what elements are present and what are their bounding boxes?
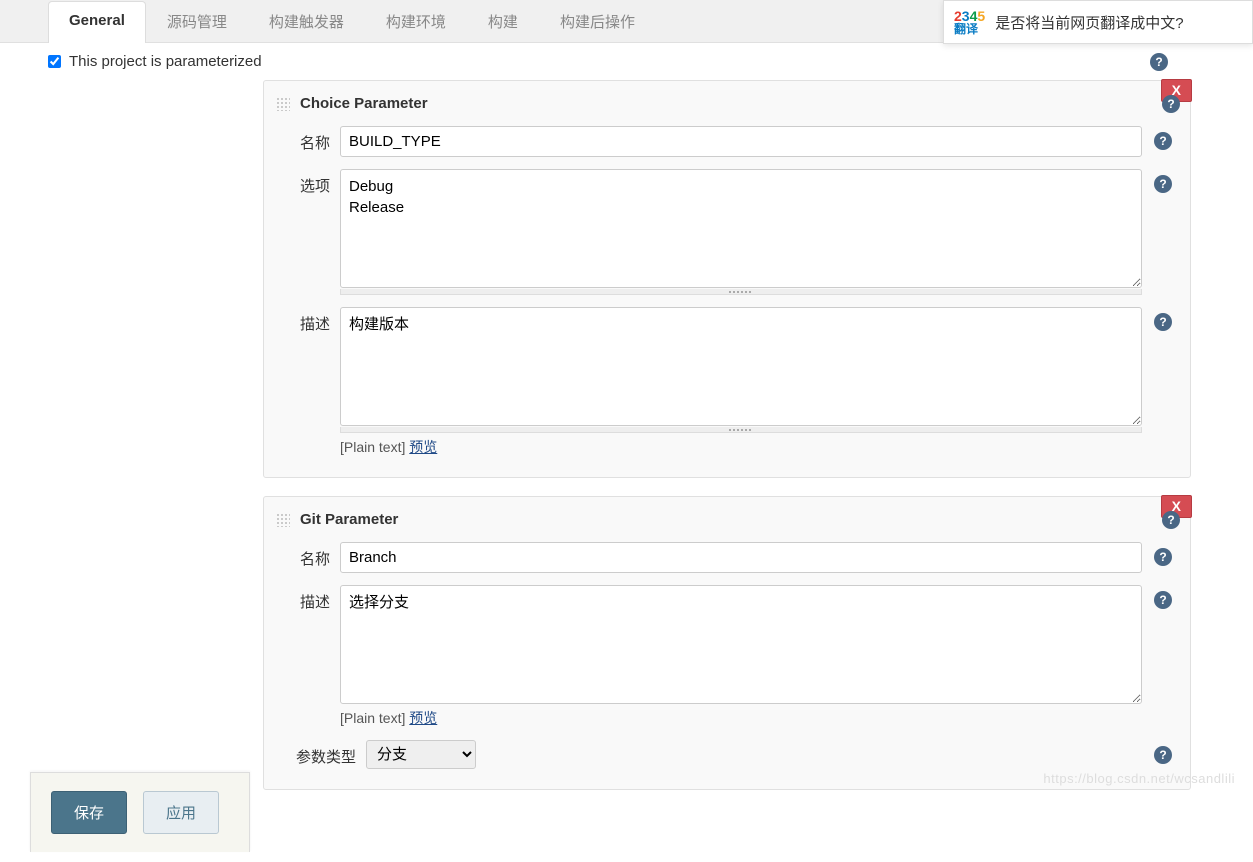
- parameterized-label: This project is parameterized: [69, 53, 262, 70]
- apply-button[interactable]: 应用: [143, 791, 219, 834]
- tab-triggers[interactable]: 构建触发器: [248, 0, 365, 42]
- content-area: This project is parameterized X Choice P…: [0, 43, 1210, 790]
- name-label: 名称: [294, 126, 330, 153]
- choice-parameter-block: X Choice Parameter 名称 选项: [263, 80, 1191, 478]
- tab-env[interactable]: 构建环境: [365, 0, 467, 42]
- help-icon[interactable]: [1162, 95, 1180, 113]
- parameterized-checkbox[interactable]: [48, 55, 61, 68]
- logo-digit: 2: [954, 9, 962, 23]
- options-textarea[interactable]: [340, 169, 1142, 288]
- help-icon[interactable]: [1154, 548, 1172, 566]
- desc-label: 描述: [294, 307, 330, 334]
- resize-handle[interactable]: [340, 289, 1142, 295]
- help-icon[interactable]: [1150, 53, 1168, 71]
- desc-textarea[interactable]: [340, 307, 1142, 426]
- drag-handle-icon[interactable]: [276, 97, 290, 111]
- translate-logo: 2 3 4 5 翻译: [954, 9, 985, 35]
- drag-handle-icon[interactable]: [276, 513, 290, 527]
- name-label: 名称: [294, 542, 330, 569]
- git-parameter-block: X Git Parameter 名称 描述: [263, 496, 1191, 790]
- bottom-bar: 保存 应用: [30, 772, 250, 852]
- preview-link[interactable]: 预览: [409, 439, 437, 455]
- preview-link[interactable]: 预览: [409, 710, 437, 726]
- help-icon[interactable]: [1162, 511, 1180, 529]
- tab-scm[interactable]: 源码管理: [146, 0, 248, 42]
- resize-handle[interactable]: [340, 427, 1142, 433]
- help-icon[interactable]: [1154, 132, 1172, 150]
- help-icon[interactable]: [1154, 175, 1172, 193]
- help-icon[interactable]: [1154, 313, 1172, 331]
- plaintext-label: [Plain text]: [340, 439, 405, 455]
- logo-digit: 4: [970, 9, 978, 23]
- name-input[interactable]: [340, 126, 1142, 157]
- plaintext-label: [Plain text]: [340, 710, 405, 726]
- logo-digit: 3: [962, 9, 970, 23]
- tab-build[interactable]: 构建: [467, 0, 539, 42]
- help-icon[interactable]: [1154, 591, 1172, 609]
- logo-sub: 翻译: [954, 23, 985, 35]
- options-label: 选项: [294, 169, 330, 196]
- name-input[interactable]: [340, 542, 1142, 573]
- help-icon[interactable]: [1154, 746, 1172, 764]
- paramtype-label: 参数类型: [294, 740, 356, 767]
- desc-label: 描述: [294, 585, 330, 612]
- save-button[interactable]: 保存: [51, 791, 127, 834]
- translate-popup[interactable]: 2 3 4 5 翻译 是否将当前网页翻译成中文?: [943, 0, 1253, 44]
- logo-digit: 5: [977, 9, 985, 23]
- section-title: Git Parameter: [300, 511, 1174, 528]
- paramtype-select[interactable]: 分支: [366, 740, 476, 769]
- section-title: Choice Parameter: [300, 95, 1174, 112]
- desc-textarea[interactable]: [340, 585, 1142, 704]
- tab-post[interactable]: 构建后操作: [539, 0, 656, 42]
- watermark: https://blog.csdn.net/wcsandlili: [1043, 771, 1235, 786]
- translate-prompt-text: 是否将当前网页翻译成中文?: [995, 12, 1183, 33]
- tab-general[interactable]: General: [48, 1, 146, 43]
